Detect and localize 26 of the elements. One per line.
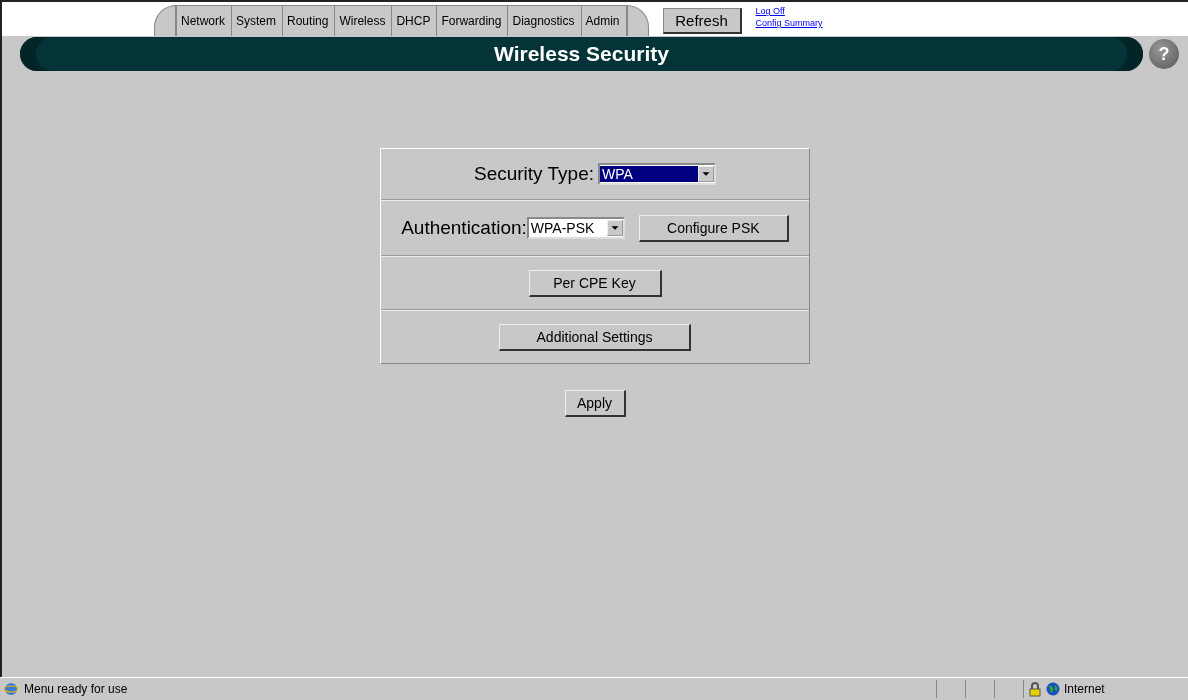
authentication-select[interactable]: WPA-PSK — [526, 217, 625, 239]
nav-tab[interactable]: Diagnostics — [508, 5, 582, 36]
nav-tab[interactable]: Forwarding — [437, 5, 509, 36]
nav-tab[interactable]: Wireless — [335, 5, 393, 36]
security-type-label: Security Type: — [473, 163, 594, 185]
additional-settings-button[interactable]: Additional Settings — [499, 323, 691, 351]
authentication-label: Authentication: — [401, 217, 527, 239]
configure-psk-button[interactable]: Configure PSK — [638, 214, 789, 242]
page-title: Wireless Security — [494, 42, 669, 66]
browser-icon — [4, 682, 18, 696]
nav-tab[interactable]: Network — [176, 5, 232, 36]
nav-link[interactable]: Log Off — [755, 5, 823, 17]
nav-link[interactable]: Config Summary — [755, 17, 823, 29]
lock-icon — [1028, 681, 1042, 697]
globe-icon — [1046, 682, 1060, 696]
nav-tab[interactable]: DHCP — [392, 5, 438, 36]
nav-tab[interactable]: Admin — [581, 5, 627, 36]
apply-button[interactable]: Apply — [564, 390, 626, 417]
refresh-button[interactable]: Refresh — [662, 8, 742, 34]
status-text: Menu ready for use — [24, 682, 129, 696]
per-cpe-key-button[interactable]: Per CPE Key — [528, 269, 662, 297]
zone-text: Internet — [1064, 682, 1105, 696]
nav-tab[interactable]: Routing — [283, 5, 336, 36]
security-type-select[interactable]: WPA — [598, 163, 716, 185]
nav-tab[interactable]: System — [232, 5, 284, 36]
selected-value: WPA — [600, 166, 698, 182]
